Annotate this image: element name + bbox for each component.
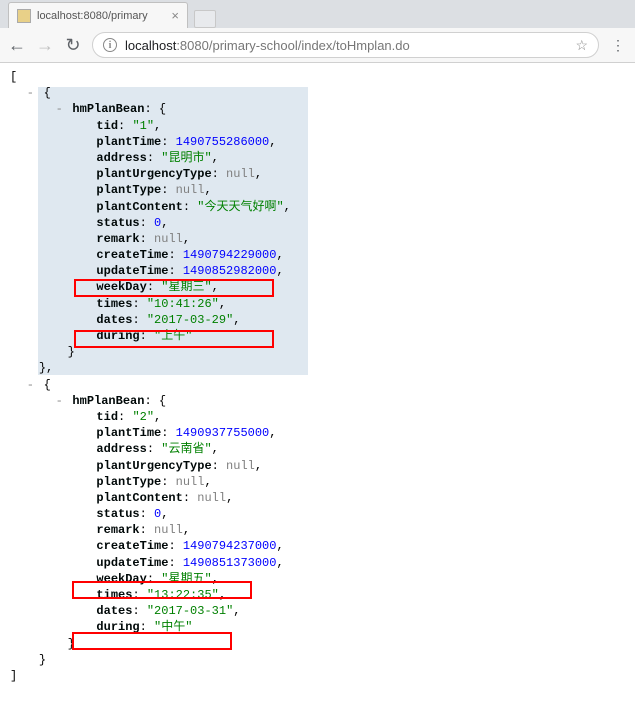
browser-chrome: localhost:8080/primary × ← → ↻ i localho… bbox=[0, 0, 635, 63]
bookmark-icon[interactable]: ☆ bbox=[575, 37, 588, 54]
collapse-toggle[interactable]: - bbox=[24, 377, 36, 393]
back-button[interactable]: ← bbox=[8, 36, 26, 54]
reload-button[interactable]: ↻ bbox=[64, 36, 82, 54]
favicon-icon bbox=[17, 9, 31, 23]
json-tree[interactable]: [ - { - hmPlanBean: { tid: "1", plantTim… bbox=[10, 69, 625, 684]
site-info-icon[interactable]: i bbox=[103, 38, 117, 52]
tab-bar: localhost:8080/primary × bbox=[0, 0, 635, 28]
collapse-toggle[interactable]: - bbox=[53, 393, 65, 409]
nav-bar: ← → ↻ i localhost:8080/primary-school/in… bbox=[0, 28, 635, 62]
close-icon[interactable]: × bbox=[171, 8, 179, 23]
new-tab-button[interactable] bbox=[194, 10, 216, 28]
url-bar[interactable]: i localhost:8080/primary-school/index/to… bbox=[92, 32, 599, 58]
collapse-toggle[interactable]: - bbox=[53, 101, 65, 117]
browser-tab[interactable]: localhost:8080/primary × bbox=[8, 2, 188, 28]
url-text: localhost:8080/primary-school/index/toHm… bbox=[125, 38, 410, 53]
collapse-toggle[interactable]: - bbox=[24, 85, 36, 101]
json-content: [ - { - hmPlanBean: { tid: "1", plantTim… bbox=[10, 69, 625, 684]
forward-button[interactable]: → bbox=[36, 36, 54, 54]
menu-button[interactable]: ⋮ bbox=[609, 37, 627, 54]
tab-title: localhost:8080/primary bbox=[37, 10, 167, 22]
page-viewport: [ - { - hmPlanBean: { tid: "1", plantTim… bbox=[0, 63, 635, 694]
